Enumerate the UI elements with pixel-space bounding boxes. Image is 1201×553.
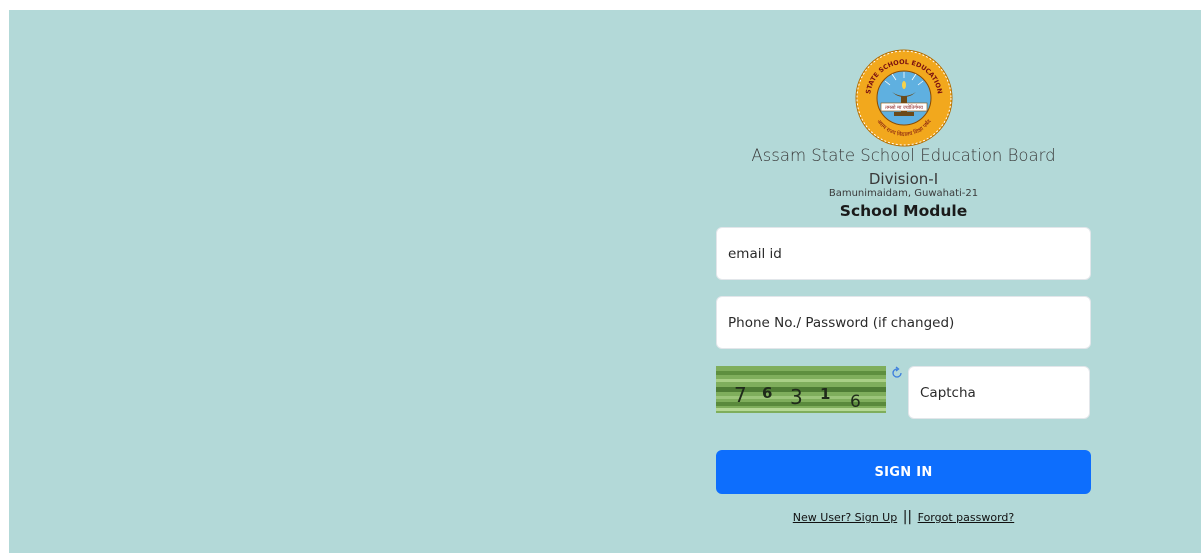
- refresh-icon[interactable]: [890, 366, 904, 380]
- captcha-input[interactable]: [908, 366, 1090, 419]
- link-separator: ||: [902, 509, 913, 525]
- page-background: तमसो मा ज्योतिर्गमय ASSAM STATE SCHOOL E…: [9, 10, 1201, 553]
- captcha-image: 7 6 3 1 6: [716, 366, 886, 413]
- login-panel: तमसो मा ज्योतिर्गमय ASSAM STATE SCHOOL E…: [716, 10, 1091, 553]
- logo-motto-text: तमसो मा ज्योतिर्गमय: [885, 104, 923, 111]
- password-input[interactable]: [716, 296, 1091, 349]
- captcha-char: 1: [820, 385, 830, 403]
- captcha-char: 6: [762, 384, 772, 402]
- sign-in-button[interactable]: SIGN IN: [716, 450, 1091, 494]
- address-label: Bamunimaidam, Guwahati-21: [828, 188, 979, 199]
- board-logo: तमसो मा ज्योतिर्गमय ASSAM STATE SCHOOL E…: [854, 48, 953, 147]
- sign-up-link[interactable]: New User? Sign Up: [793, 511, 897, 524]
- captcha-char: 3: [790, 385, 803, 409]
- captcha-char: 6: [850, 392, 861, 412]
- captcha-char: 7: [734, 383, 747, 407]
- division-label: Division-I: [868, 170, 939, 188]
- module-title: School Module: [839, 202, 968, 220]
- forgot-password-link[interactable]: Forgot password?: [918, 511, 1015, 524]
- org-title: Assam State School Education Board: [751, 146, 1056, 165]
- auth-links: New User? Sign Up || Forgot password?: [716, 509, 1091, 525]
- email-input[interactable]: [716, 227, 1091, 280]
